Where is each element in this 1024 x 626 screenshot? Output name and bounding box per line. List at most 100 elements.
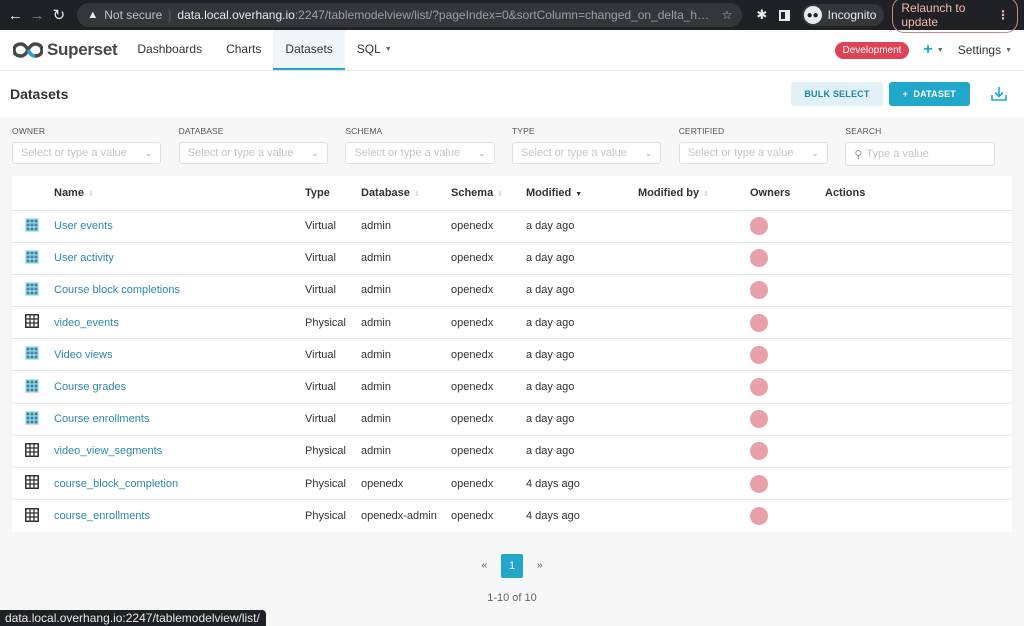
- relaunch-button[interactable]: Relaunch to update ⋮: [892, 0, 1019, 33]
- owner-avatar[interactable]: [750, 281, 768, 300]
- nav-datasets[interactable]: Datasets: [273, 30, 345, 70]
- owner-avatar[interactable]: [750, 378, 768, 397]
- owner-avatar[interactable]: [750, 442, 768, 461]
- dataset-name-link[interactable]: Course grades: [54, 381, 126, 393]
- search-input[interactable]: ⚲ Type a value: [845, 142, 995, 166]
- bulk-select-button[interactable]: BULK SELECT: [791, 82, 883, 106]
- chevron-down-icon: ⌄: [811, 147, 819, 158]
- header-modified-by[interactable]: Modified by ⇕: [638, 176, 750, 210]
- filter-select[interactable]: Select or type a value ⌄: [345, 142, 495, 164]
- header-label: Owners: [750, 186, 791, 199]
- add-dataset-button[interactable]: + DATASET: [888, 82, 970, 106]
- modified-by-cell: [638, 370, 750, 404]
- more-vert-icon[interactable]: ⋮: [997, 8, 1009, 22]
- table-row[interactable]: course_block_completion Physical openedx op…: [12, 466, 1012, 500]
- dataset-name-link[interactable]: course_enrollments: [54, 510, 150, 522]
- brand-logo-link[interactable]: Superset: [13, 30, 118, 70]
- divider: |: [168, 8, 172, 22]
- sort-desc-icon: ▼: [575, 190, 583, 198]
- address-bar[interactable]: ▲ Not secure | data.local.overhang.io :2…: [77, 3, 743, 27]
- dataset-name-link[interactable]: Video views: [54, 349, 113, 361]
- owner-avatar[interactable]: [750, 345, 768, 364]
- filter-select[interactable]: Select or type a value ⌄: [178, 142, 328, 164]
- dataset-type-cell: [12, 306, 54, 339]
- nav-sql-label: SQL: [356, 42, 381, 56]
- owner-avatar[interactable]: [750, 507, 768, 526]
- modified-by-cell: [638, 434, 750, 468]
- dataset-name-link[interactable]: User events: [54, 220, 113, 232]
- owner-avatar[interactable]: [750, 217, 768, 236]
- owner-avatar[interactable]: [750, 313, 768, 332]
- side-panel-icon[interactable]: [779, 9, 790, 21]
- select-placeholder: Select or type a value: [521, 147, 627, 159]
- owners-cell: [750, 306, 825, 339]
- modified-by-cell: [638, 241, 750, 275]
- physical-dataset-icon: [25, 314, 39, 329]
- header-label: Schema: [451, 186, 494, 199]
- caret-down-icon: ▼: [936, 46, 944, 54]
- modified-cell: a day ago: [526, 241, 638, 275]
- dataset-name-link[interactable]: Course enrollments: [54, 413, 149, 425]
- dataset-name-link[interactable]: User activity: [54, 252, 114, 264]
- type-cell: Virtual: [305, 273, 361, 307]
- warning-icon[interactable]: ▲: [87, 9, 98, 21]
- settings-menu[interactable]: Settings ▼: [958, 43, 1012, 57]
- table-row[interactable]: Course grades Virtual admin openedx a day ag…: [12, 370, 1012, 404]
- profile-incognito[interactable]: ●● Incognito: [801, 4, 885, 26]
- filter-select[interactable]: Select or type a value ⌄: [512, 142, 662, 164]
- filter-select[interactable]: Select or type a value ⌄: [678, 142, 828, 164]
- back-icon[interactable]: ←: [6, 4, 25, 26]
- next-page-button[interactable]: »: [537, 560, 543, 571]
- owner-avatar[interactable]: [750, 410, 768, 429]
- nav-charts-label: Charts: [226, 42, 262, 56]
- filter-label: DATABASE: [178, 126, 224, 136]
- search-icon: ⚲: [854, 148, 863, 161]
- nav-sql[interactable]: SQL ▼: [345, 30, 404, 70]
- nav-charts[interactable]: Charts: [214, 30, 273, 70]
- table-row[interactable]: User activity Virtual admin openedx a day ag…: [12, 241, 1012, 275]
- table-row[interactable]: course_enrollments Physical openedx-admin o…: [12, 499, 1012, 532]
- dataset-name-link[interactable]: video_events: [54, 317, 119, 329]
- url-host: data.local.overhang.io: [177, 8, 295, 22]
- profile-label: Incognito: [827, 8, 877, 22]
- type-cell: Virtual: [305, 370, 361, 404]
- table-row[interactable]: Video views Virtual admin openedx a day ago: [12, 338, 1012, 371]
- owner-avatar[interactable]: [750, 249, 768, 268]
- select-placeholder: Select or type a value: [187, 147, 294, 159]
- owners-cell: [750, 209, 825, 243]
- page-1-button[interactable]: 1: [501, 553, 523, 578]
- virtual-dataset-icon: [25, 281, 39, 296]
- actions-cell: [825, 338, 1012, 371]
- modified-by-cell: [638, 466, 750, 500]
- filter-label: SEARCH: [845, 126, 882, 136]
- dataset-type-cell: [12, 241, 54, 275]
- nav-dashboards[interactable]: Dashboards: [125, 30, 214, 70]
- actions-cell: [825, 370, 1012, 404]
- dataset-name-link[interactable]: course_block_completion: [54, 478, 178, 490]
- table-row[interactable]: Course enrollments Virtual admin openedx a d…: [12, 402, 1012, 436]
- table-row[interactable]: video_events Physical admin openedx a day ag…: [12, 306, 1012, 339]
- header-database[interactable]: Database ⇕: [361, 176, 451, 210]
- download-icon[interactable]: [990, 85, 1008, 103]
- header-modified[interactable]: Modified ▼: [526, 176, 638, 210]
- security-label: Not secure: [104, 8, 163, 22]
- virtual-dataset-icon: [25, 217, 39, 232]
- table-row[interactable]: Course block completions Virtual admin open…: [12, 273, 1012, 307]
- header-label: Modified: [526, 186, 572, 199]
- table-row[interactable]: video_view_segments Physical admin openedx a…: [12, 434, 1012, 468]
- owners-cell: [750, 241, 825, 275]
- filter-select[interactable]: Select or type a value ⌄: [12, 142, 162, 164]
- header-name[interactable]: Name ⇕: [54, 176, 305, 210]
- forward-icon[interactable]: →: [28, 4, 47, 26]
- table-row[interactable]: User events Virtual admin openedx a day ago: [12, 209, 1012, 243]
- new-menu-button[interactable]: + ▼: [923, 41, 943, 59]
- reload-icon[interactable]: ↻: [50, 4, 69, 26]
- prev-page-button[interactable]: «: [481, 560, 487, 571]
- dataset-name-link[interactable]: video_view_segments: [54, 445, 162, 457]
- caret-down-icon: ▼: [384, 45, 392, 53]
- owner-avatar[interactable]: [750, 474, 768, 493]
- extensions-puzzle-icon[interactable]: ✱: [756, 7, 767, 23]
- dataset-name-link[interactable]: Course block completions: [54, 284, 180, 296]
- header-schema[interactable]: Schema ⇕: [451, 176, 526, 210]
- bookmark-star-icon[interactable]: ☆: [722, 8, 733, 22]
